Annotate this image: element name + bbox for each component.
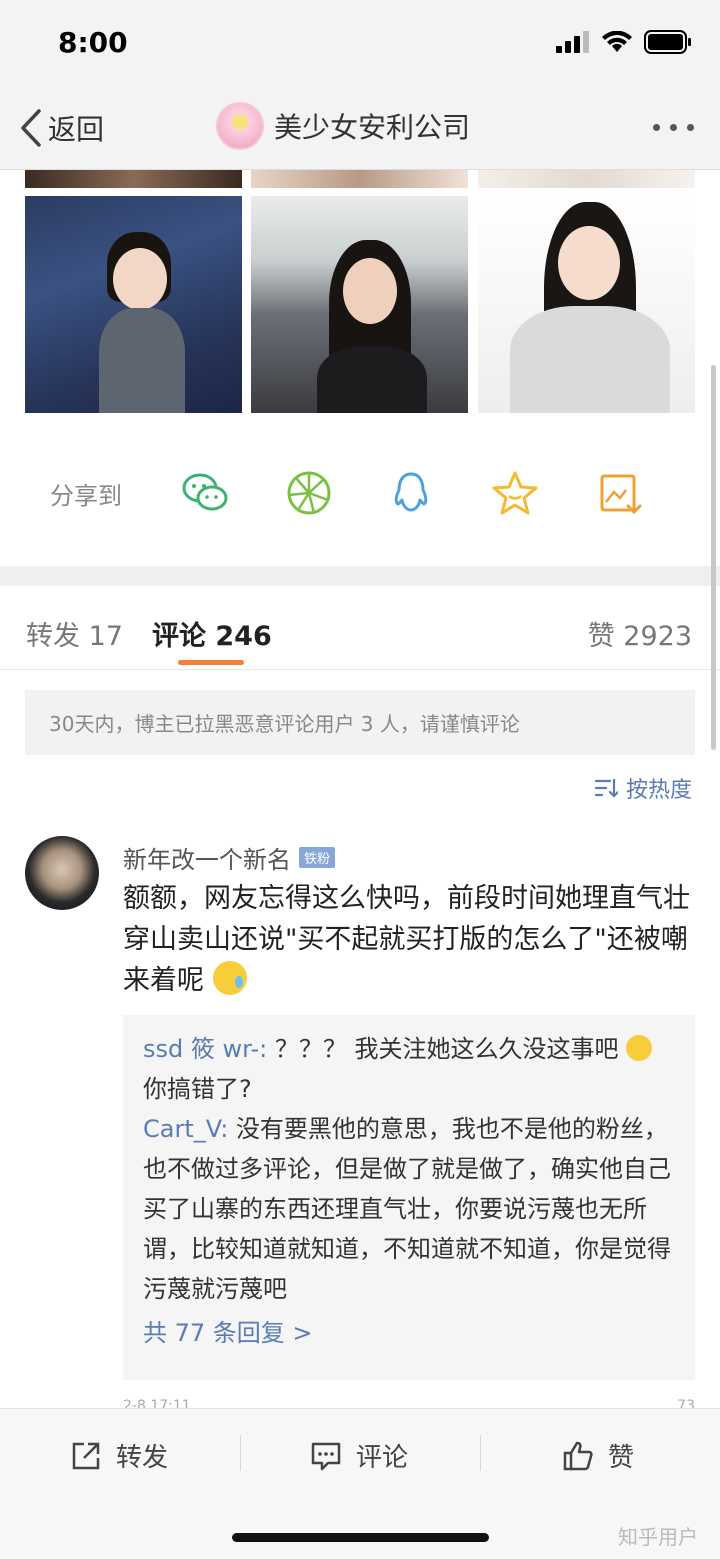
moments-icon[interactable] [284,468,334,518]
reply-author[interactable]: Cart_V: [143,1115,228,1143]
comment-author-name: 新年改一个新名 [123,846,291,874]
home-indicator[interactable] [232,1533,489,1542]
back-button[interactable]: 返回 [20,108,104,148]
reply-thread[interactable]: ssd 筱 wr-: ？？？ 我关注她这么久没这事吧 你搞错了? Cart_V:… [123,1015,695,1380]
comment-label: 评论 [356,1443,409,1473]
sort-button[interactable]: 按热度 [594,772,692,804]
divider [480,1435,481,1471]
tab-like[interactable]: 赞 2923 [588,614,692,653]
reply-item: ssd 筱 wr-: ？？？ 我关注她这么久没这事吧 你搞错了? [143,1029,675,1109]
wifi-icon [602,31,632,52]
account-header[interactable]: 美少女安利公司 [216,102,470,150]
chevron-left-icon [21,109,41,147]
fan-badge: 铁粉 [299,847,336,868]
photo-thumb[interactable] [478,170,695,188]
reply-text: 你搞错了? [143,1075,252,1103]
forward-button[interactable]: 转发 [70,1437,168,1474]
reply-text: ？？？ 我关注她这么久没这事吧 [274,1035,619,1063]
reply-text: 没有要黑他的意思，我也不是他的粉丝，也不做过多评论，但是做了就是做了，确实他自己… [143,1115,671,1303]
forward-label: 转发 [116,1443,169,1473]
grin-emoji-icon [626,1035,653,1061]
tab-forward[interactable]: 转发 17 [26,614,123,653]
tab-comment[interactable]: 评论 246 [152,614,272,653]
photo-thumb[interactable] [25,196,242,413]
comment-notice: 30天内，博主已拉黑恶意评论用户 3 人，请谨慎评论 [25,690,695,755]
back-label: 返回 [48,113,105,146]
like-button[interactable]: 赞 [562,1437,634,1474]
reply-item: Cart_V: 没有要黑他的意思，我也不是他的粉丝，也不做过多评论，但是做了就是… [143,1109,675,1309]
sort-label: 按热度 [625,778,692,803]
reply-author[interactable]: ssd 筱 wr-: [143,1035,267,1063]
battery-icon [644,30,691,54]
sort-icon [594,778,618,798]
photo-thumb[interactable] [251,170,468,188]
comment-icon [311,1442,341,1470]
favorite-star-icon[interactable] [490,468,540,518]
avatar[interactable] [25,836,99,910]
tab-bar: 转发 17 评论 246 赞 2923 [0,586,720,670]
sweat-emoji-icon [212,961,247,995]
account-avatar[interactable] [216,102,264,150]
share-out-icon [72,1442,100,1469]
active-tab-indicator [178,660,244,665]
status-icons [556,30,692,54]
thumbs-up-icon [563,1441,593,1470]
qq-icon[interactable] [386,468,436,518]
like-label: 赞 [608,1443,635,1473]
nav-bar: 返回 美少女安利公司 [0,90,720,170]
comment-body: 额额，网友忘得这么快吗，前段时间她理直气壮穿山卖山还说"买不起就买打版的怎么了"… [123,883,690,996]
photo-thumb[interactable] [251,196,468,413]
share-row: 分享到 [0,460,720,520]
comment-author[interactable]: 新年改一个新名 铁粉 [123,840,336,875]
comment-button[interactable]: 评论 [310,1437,408,1474]
photo-thumb[interactable] [478,196,695,413]
more-replies-link[interactable]: 共 77 条回复 > [143,1313,675,1353]
share-label: 分享到 [50,482,122,510]
save-image-icon[interactable] [596,468,646,518]
comment-text: 额额，网友忘得这么快吗，前段时间她理直气壮穿山卖山还说"买不起就买打版的怎么了"… [123,878,698,1001]
bottom-action-bar: 转发 评论 赞 知乎用户 [0,1408,720,1559]
account-name: 美少女安利公司 [274,111,471,144]
more-options-button[interactable] [653,124,694,131]
photo-thumb[interactable] [25,170,242,188]
wechat-icon[interactable] [180,468,230,518]
scrollbar[interactable] [711,365,716,750]
divider [240,1435,241,1471]
section-divider [0,566,720,586]
status-time: 8:00 [58,26,128,59]
watermark: 知乎用户 [618,1525,698,1549]
photo-row-partial [0,170,720,188]
signal-icon [556,31,589,53]
status-bar: 8:00 [0,0,720,90]
